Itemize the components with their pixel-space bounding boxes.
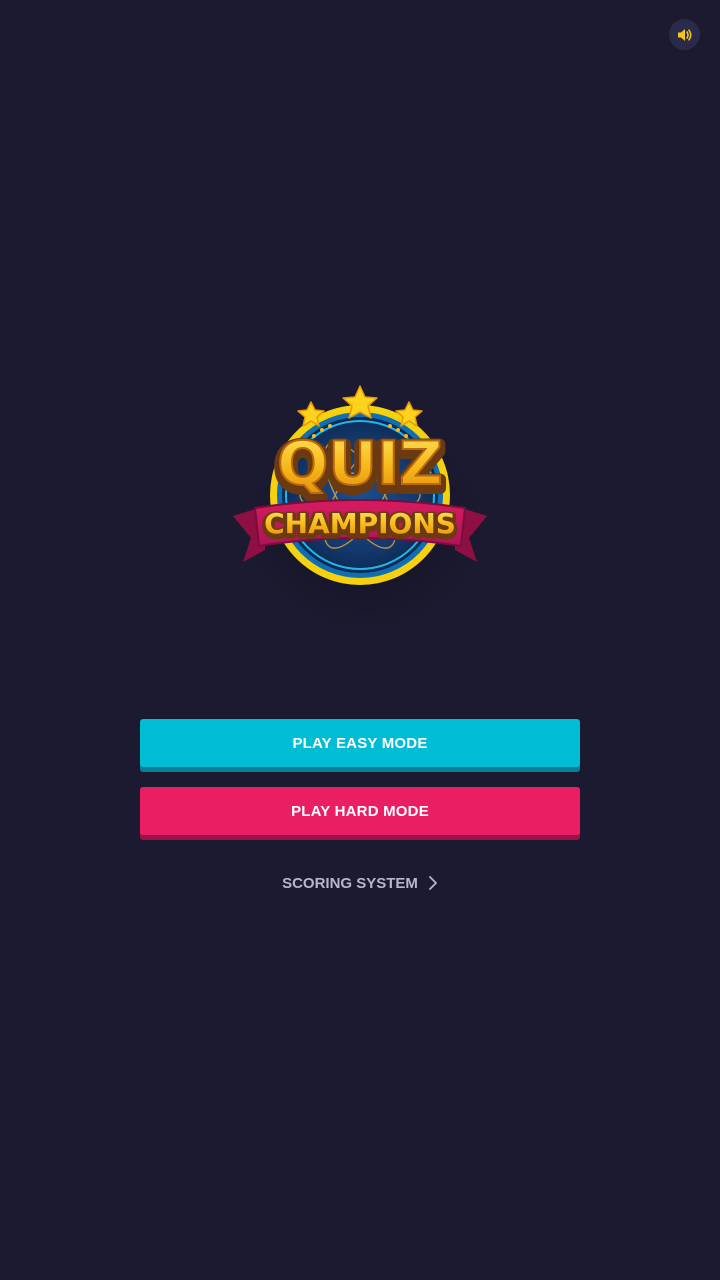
play-easy-mode-button[interactable]: PLAY EASY MODE (140, 719, 580, 767)
logo-champions-text: CHAMPIONS (264, 507, 456, 540)
scoring-system-label: SCORING SYSTEM (282, 874, 418, 892)
play-hard-mode-label: PLAY HARD MODE (291, 802, 429, 820)
play-hard-mode-button[interactable]: PLAY HARD MODE (140, 787, 580, 835)
play-easy-mode-label: PLAY EASY MODE (292, 734, 428, 752)
logo-quiz-text: QUIZ (277, 429, 443, 499)
chevron-right-icon (428, 875, 438, 891)
sound-toggle-button[interactable] (669, 19, 700, 50)
start-screen: QUIZ QUIZ CHAMPIONS CHAMPIONS PLAY EASY … (0, 0, 720, 1280)
speaker-volume-icon (677, 28, 692, 41)
quiz-champions-logo: QUIZ QUIZ CHAMPIONS CHAMPIONS (233, 385, 487, 585)
scoring-system-link[interactable]: SCORING SYSTEM (0, 871, 720, 895)
